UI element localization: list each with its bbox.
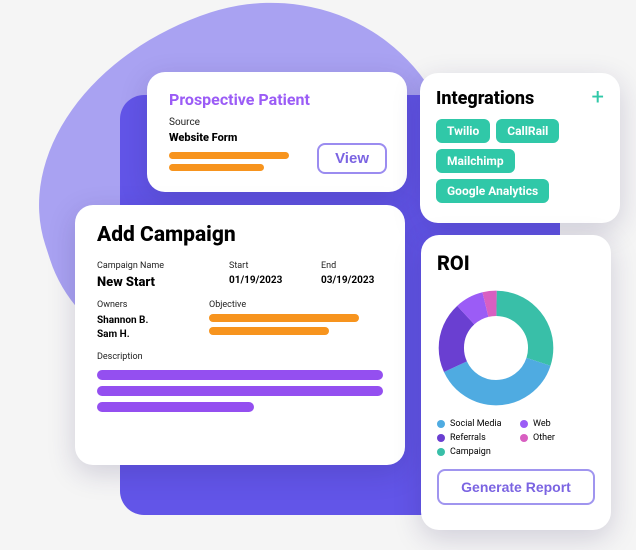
add-campaign-card: Add Campaign Campaign Name New Start Sta… [75, 205, 405, 465]
integration-chip[interactable]: Twilio [436, 119, 490, 143]
add-integration-icon[interactable]: + [592, 87, 604, 109]
legend-dot [520, 420, 528, 428]
roi-donut-chart [437, 289, 555, 407]
campaign-name-value: New Start [97, 275, 207, 290]
start-value: 01/19/2023 [229, 275, 299, 286]
legend-dot [437, 420, 445, 428]
owner-name: Shannon B. [97, 314, 187, 328]
legend-item: Web [520, 419, 595, 429]
roi-legend: Social Media Web Referrals Other Campaig… [437, 419, 595, 457]
placeholder-bars [209, 314, 369, 335]
legend-dot [437, 434, 445, 442]
end-label: End [321, 261, 374, 271]
card-title: Prospective Patient [169, 90, 385, 109]
card-title: ROI [437, 251, 595, 275]
legend-item: Social Media [437, 419, 512, 429]
legend-item: Campaign [437, 447, 512, 457]
end-value: 03/19/2023 [321, 275, 374, 286]
legend-dot [520, 434, 528, 442]
view-button[interactable]: View [317, 143, 387, 174]
owner-name: Sam H. [97, 328, 187, 342]
card-title: Add Campaign [97, 223, 383, 247]
legend-item: Referrals [437, 433, 512, 443]
legend-dot [437, 448, 445, 456]
source-label: Source [169, 117, 385, 128]
prospective-patient-card: Prospective Patient Source Website Form … [147, 72, 407, 192]
integration-chip[interactable]: Google Analytics [436, 179, 549, 203]
generate-report-button[interactable]: Generate Report [437, 469, 595, 505]
objective-label: Objective [209, 300, 369, 310]
campaign-name-label: Campaign Name [97, 261, 207, 271]
start-label: Start [229, 261, 299, 271]
description-label: Description [97, 352, 383, 362]
placeholder-bars [97, 370, 383, 412]
legend-item: Other [520, 433, 595, 443]
owners-label: Owners [97, 300, 187, 310]
roi-card: ROI Social Media Web Referrals Other Cam… [421, 235, 611, 530]
card-title: Integrations [436, 88, 534, 109]
integrations-card: Integrations + Twilio CallRail Mailchimp… [420, 73, 620, 223]
integration-chip[interactable]: CallRail [496, 119, 559, 143]
integration-chip[interactable]: Mailchimp [436, 149, 515, 173]
